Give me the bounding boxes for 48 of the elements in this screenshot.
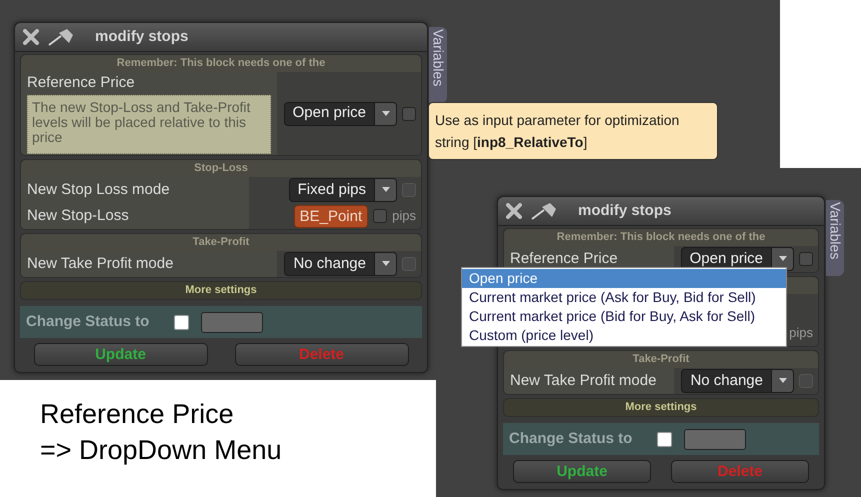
field-label: New Take Profit mode: [510, 372, 658, 390]
section-header: More settings: [504, 399, 818, 416]
unit-label: pips: [392, 207, 416, 226]
section-header: Remember: This block needs one of the: [504, 229, 818, 246]
caret-icon: [778, 256, 788, 262]
dropdown-select[interactable]: Open price: [284, 102, 397, 126]
section-header: Stop-Loss: [21, 160, 421, 177]
section-header: Take-Profit: [21, 234, 421, 251]
checkbox[interactable]: [657, 432, 672, 446]
dropdown-select[interactable]: No change: [681, 369, 794, 393]
caret-icon: [778, 378, 788, 384]
status-field[interactable]: [684, 428, 746, 450]
menu-option[interactable]: Current market price (Ask for Buy, Bid for Sell): [462, 288, 786, 307]
field-label: New Stop-Loss: [27, 207, 130, 225]
dropdown-select[interactable]: Fixed pips: [288, 178, 397, 202]
caret-icon: [380, 261, 390, 267]
checkbox[interactable]: [799, 252, 813, 266]
checkbox[interactable]: [402, 106, 416, 120]
field-label: Change Status to: [509, 428, 634, 449]
section-header: Remember: This block needs one of the: [21, 55, 421, 72]
section-header: More settings: [21, 282, 421, 299]
window-title: modify stops: [95, 26, 188, 47]
side-tab[interactable]: Variables: [826, 200, 844, 276]
menu-option[interactable]: Open price: [462, 269, 786, 288]
field-label: Change Status to: [26, 312, 150, 332]
caret-icon: [380, 110, 390, 116]
close-icon[interactable]: [23, 29, 39, 45]
field-label: Reference Price: [27, 74, 136, 92]
section-header: Take-Profit: [504, 351, 818, 368]
tooltip: Use as input parameter for optimization string [inp8_RelativeTo]: [428, 102, 718, 160]
close-icon[interactable]: [506, 203, 522, 219]
field-label: Reference Price: [510, 250, 619, 268]
menu-option[interactable]: Current market price (Bid for Buy, Ask for Sell): [462, 307, 786, 326]
unit-label: pips: [789, 324, 813, 342]
status-field[interactable]: [201, 312, 263, 332]
menu-option[interactable]: Custom (price level): [462, 326, 786, 345]
caret-icon: [380, 187, 390, 193]
caption-text: => DropDown Menu: [40, 434, 283, 467]
checkbox[interactable]: [373, 209, 388, 223]
value-button[interactable]: BE_Point: [294, 204, 368, 228]
window-title: modify stops: [578, 200, 672, 221]
caption-text: Reference Price: [40, 398, 235, 431]
field-label: New Take Profit mode: [27, 255, 174, 273]
checkbox[interactable]: [174, 314, 189, 330]
dropdown-select[interactable]: No change: [284, 252, 397, 276]
description-box: The new Stop-Loss and Take-Profit levels will be placed relative to this price: [27, 94, 271, 154]
field-label: New Stop Loss mode: [27, 181, 171, 199]
side-tab[interactable]: Variables: [429, 27, 447, 103]
